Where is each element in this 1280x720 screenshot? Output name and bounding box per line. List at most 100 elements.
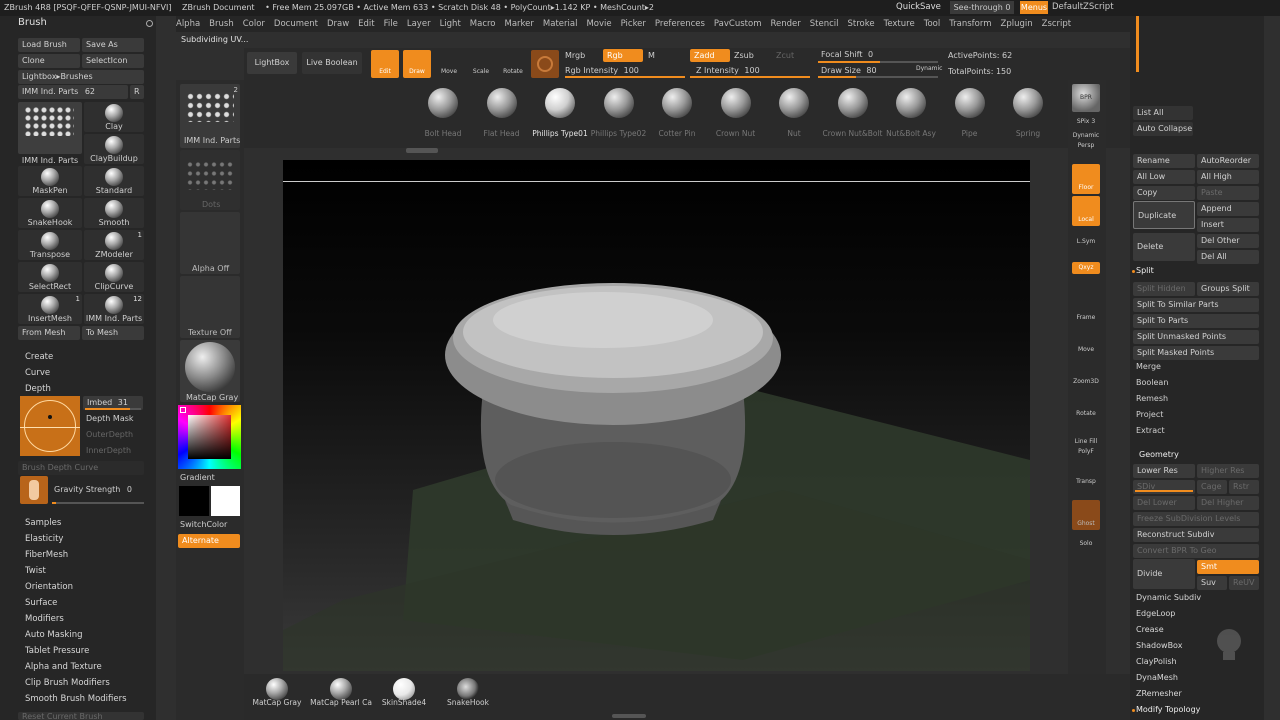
from-mesh-button[interactable]: From Mesh	[18, 326, 80, 340]
subtool-append-button[interactable]: Append	[1197, 202, 1259, 216]
gradient-label[interactable]: Gradient	[180, 473, 215, 482]
tool-cotter-pin-icon[interactable]	[662, 88, 692, 118]
geometry-dynamesh-section[interactable]: DynaMesh	[1136, 673, 1178, 682]
subtool-boolean-section[interactable]: Boolean	[1136, 378, 1168, 387]
subtool-splithidden-button[interactable]: Split Hidden	[1133, 282, 1195, 296]
shelf-frame-button[interactable]: Frame	[1072, 312, 1100, 324]
menu-movie[interactable]: Movie	[586, 19, 611, 29]
alpha-thumbnail[interactable]: Alpha Off	[180, 212, 240, 274]
section-modifiers[interactable]: Modifiers	[25, 614, 64, 624]
section-orientation[interactable]: Orientation	[25, 582, 73, 592]
subtool-list-scrollbar[interactable]	[1136, 16, 1139, 72]
see-through-slider[interactable]: See-through 0	[950, 1, 1014, 14]
geometry-divide-button[interactable]: Divide	[1133, 559, 1195, 589]
rgb-intensity-slider[interactable]: Rgb Intensity 100	[565, 66, 639, 75]
subtool-splitmasked-button[interactable]: Split Masked Points	[1133, 346, 1259, 360]
subtool-insert-button[interactable]: Insert	[1197, 218, 1259, 232]
scale-mode-button[interactable]: Scale	[467, 50, 495, 78]
edit-mode-button[interactable]: Edit	[371, 50, 399, 78]
menu-document[interactable]: Document	[274, 19, 318, 29]
shelf-ghost-button[interactable]: Ghost	[1072, 500, 1100, 530]
geometry-crease-section[interactable]: Crease	[1136, 625, 1164, 634]
viewport-canvas[interactable]	[283, 160, 1030, 671]
subtool-extract-section[interactable]: Extract	[1136, 426, 1165, 435]
subtool-splitparts-button[interactable]: Split To Parts	[1133, 314, 1259, 328]
menu-render[interactable]: Render	[770, 19, 800, 29]
zcut-button[interactable]: Zcut	[776, 51, 794, 60]
tool-thumbnail[interactable]: 2 IMM Ind. Parts	[180, 84, 240, 148]
subtool-smt-button[interactable]: Smt	[1197, 560, 1259, 574]
shelf-bpr-button[interactable]: BPR	[1072, 84, 1100, 112]
subtool-geometry-title-section[interactable]: Geometry	[1139, 450, 1179, 459]
rgb-button[interactable]: Rgb	[603, 49, 643, 62]
subtool-suv-button[interactable]: Suv	[1197, 576, 1227, 590]
menu-brush[interactable]: Brush	[209, 19, 234, 29]
geometry-zremesher-section[interactable]: ZRemesher	[1136, 689, 1182, 698]
menu-light[interactable]: Light	[440, 19, 461, 29]
subtool-allhigh-button[interactable]: All High	[1197, 170, 1259, 184]
create-section[interactable]: Create	[25, 352, 53, 362]
draw-size-slider[interactable]: Draw Size 80	[821, 66, 877, 75]
shelf-solo-button[interactable]: Solo	[1072, 538, 1100, 550]
bottom-scrollbar[interactable]	[612, 714, 646, 718]
menu-transform[interactable]: Transform	[949, 19, 991, 29]
subtool-copy-button[interactable]: Copy	[1133, 186, 1195, 200]
shelf-floor-button[interactable]: Floor	[1072, 164, 1100, 194]
z-intensity-slider[interactable]: Z Intensity 100	[696, 66, 760, 75]
subtool-delhigher-button[interactable]: Del Higher	[1197, 496, 1259, 510]
alternate-button[interactable]: Alternate	[178, 534, 240, 548]
tool-strip-scrollbar[interactable]	[406, 148, 438, 153]
save-as-button[interactable]: Save As	[82, 38, 144, 52]
subtool-groupssplit-button[interactable]: Groups Split	[1197, 282, 1259, 296]
brush-zmodeler[interactable]: ZModeler 1	[84, 230, 144, 260]
load-brush-button[interactable]: Load Brush	[18, 38, 80, 52]
float-icon[interactable]	[146, 20, 153, 27]
switch-color-button[interactable]: SwitchColor	[180, 520, 227, 529]
zsub-button[interactable]: Zsub	[734, 51, 754, 60]
section-clip-brush-modifiers[interactable]: Clip Brush Modifiers	[25, 678, 110, 688]
subtool-alllow-button[interactable]: All Low	[1133, 170, 1195, 184]
shelf-lsym-button[interactable]: L.Sym	[1072, 236, 1100, 248]
subtool-split-section[interactable]: Split	[1136, 266, 1154, 275]
tool-pipe-icon[interactable]	[954, 88, 985, 118]
menu-preferences[interactable]: Preferences	[655, 19, 705, 29]
depth-section[interactable]: Depth	[25, 384, 51, 394]
live-boolean-button[interactable]: Live Boolean	[302, 52, 362, 74]
brush-insertmesh[interactable]: InsertMesh 1	[18, 294, 82, 324]
shelf-rotate-button[interactable]: Rotate	[1072, 408, 1100, 420]
subtool-lowerres-button[interactable]: Lower Res	[1133, 464, 1195, 478]
geometry-claypolish-section[interactable]: ClayPolish	[1136, 657, 1177, 666]
depth-mask-button[interactable]: Depth Mask	[86, 414, 134, 423]
subtool-splitunmasked-button[interactable]: Split Unmasked Points	[1133, 330, 1259, 344]
tool-crown-nut-icon[interactable]	[720, 88, 751, 118]
subtool-delall-button[interactable]: Del All	[1197, 250, 1259, 264]
default-zscript-button[interactable]: DefaultZScript	[1052, 2, 1114, 12]
subtool-delete-button[interactable]: Delete	[1133, 233, 1195, 261]
shelf-transp-button[interactable]: Transp	[1072, 476, 1100, 488]
menu-marker[interactable]: Marker	[505, 19, 534, 29]
subtool-autoreorder-button[interactable]: AutoReorder	[1197, 154, 1259, 168]
subtool-merge-section[interactable]: Merge	[1136, 362, 1161, 371]
brush-selectrect[interactable]: SelectRect	[18, 262, 82, 292]
menu-draw[interactable]: Draw	[327, 19, 349, 29]
shelf-spix-button[interactable]: SPix 3	[1072, 116, 1100, 128]
dynamic-size-toggle[interactable]: Dynamic	[916, 65, 942, 72]
subtool-reconstruct-button[interactable]: Reconstruct Subdiv	[1133, 528, 1259, 542]
geometry-dynamic-subdiv-section[interactable]: Dynamic Subdiv	[1136, 593, 1201, 602]
shelf-zoom-button[interactable]: Zoom3D	[1072, 376, 1100, 388]
section-alpha-and-texture[interactable]: Alpha and Texture	[25, 662, 102, 672]
shelf-local-button[interactable]: Local	[1072, 196, 1100, 226]
section-elasticity[interactable]: Elasticity	[25, 534, 63, 544]
to-mesh-button[interactable]: To Mesh	[82, 326, 144, 340]
tool-crown-nut-bolt-icon[interactable]	[837, 88, 868, 118]
menu-stroke[interactable]: Stroke	[847, 19, 874, 29]
brush-standard[interactable]: Standard	[84, 166, 144, 196]
subtool-autocollapse-button[interactable]: Auto Collapse	[1133, 122, 1193, 136]
subtool-splitsimilar-button[interactable]: Split To Similar Parts	[1133, 298, 1259, 312]
section-tablet-pressure[interactable]: Tablet Pressure	[25, 646, 89, 656]
tool-flat-head-icon[interactable]	[486, 88, 517, 118]
menu-texture[interactable]: Texture	[884, 19, 915, 29]
menu-picker[interactable]: Picker	[621, 19, 646, 29]
lightbox-button[interactable]: LightBox	[247, 52, 297, 74]
subtool-dellower-button[interactable]: Del Lower	[1133, 496, 1195, 510]
